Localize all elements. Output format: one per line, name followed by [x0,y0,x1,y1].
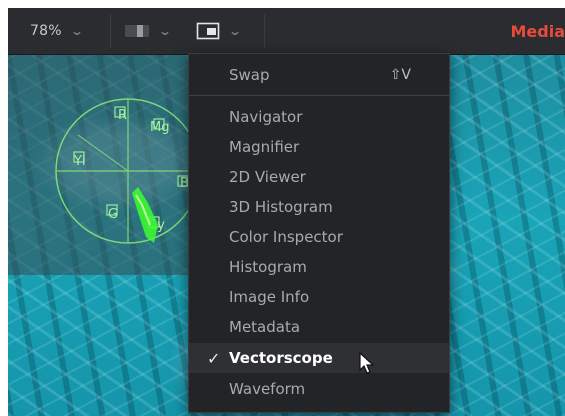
menu-item-vectorscope[interactable]: ✓ Vectorscope [189,343,449,373]
menu-item-label: Color Inspector [229,228,343,246]
menu-item-waveform[interactable]: Waveform [189,374,449,404]
menu-item-label: Image Info [229,288,310,306]
menu-item-label: Magnifier [229,138,300,156]
menu-item-2d-viewer[interactable]: 2D Viewer [189,162,449,192]
vectorscope-label-yl: Yl [73,154,86,169]
viewer-toolbar: 78% ⌄ ⌄ ⌄ Media [8,8,565,55]
vectorscope-graticule: R Mg Yl B G Cy [55,98,201,244]
menu-item-swap[interactable]: Swap ⇧V [189,60,449,90]
menu-item-metadata[interactable]: Metadata [189,312,449,342]
menu-item-3d-histogram[interactable]: 3D Histogram [189,192,449,222]
menu-item-label: Waveform [229,380,306,398]
app-window: 78% ⌄ ⌄ ⌄ Media R Mg Yl B G Swap ⇧V Navi… [8,8,565,416]
menu-item-color-inspector[interactable]: Color Inspector [189,222,449,252]
viewer-mode-dropdown[interactable]: ⌄ [196,8,243,54]
swap-shortcut: ⇧V [389,67,411,83]
toolbar-divider [110,14,111,48]
mouse-pointer-icon [359,352,375,374]
zoom-value: 78% [30,23,62,39]
menu-separator [189,95,449,96]
menu-item-magnifier[interactable]: Magnifier [189,132,449,162]
menu-item-label: Navigator [229,108,303,126]
single-viewer-icon [125,25,149,37]
chevron-down-icon: ⌄ [69,24,84,38]
viewer-mode-menu: Swap ⇧V Navigator Magnifier 2D Viewer 3D… [188,53,450,413]
chevron-down-icon: ⌄ [157,24,173,38]
viewer-window-icon [196,22,220,40]
menu-item-navigator[interactable]: Navigator [189,102,449,132]
menu-item-label: Metadata [229,318,301,336]
menu-item-label: Swap [229,66,270,84]
menu-item-label: Histogram [229,258,307,276]
vectorscope-label-g: G [108,207,118,222]
layout-dropdown[interactable]: ⌄ [124,8,173,54]
menu-item-label: 2D Viewer [229,168,306,186]
media-label[interactable]: Media [510,8,565,54]
menu-item-histogram[interactable]: Histogram [189,252,449,282]
chevron-down-icon: ⌄ [227,24,243,38]
vectorscope-label-mg: Mg [150,120,169,135]
menu-item-label: 3D Histogram [229,198,333,216]
menu-item-label: Vectorscope [229,349,333,367]
toolbar-divider [264,14,265,48]
checkmark-icon: ✓ [207,348,221,368]
menu-item-image-info[interactable]: Image Info [189,282,449,312]
zoom-dropdown[interactable]: 78% ⌄ [30,8,84,54]
vectorscope-label-r: R [118,108,127,123]
